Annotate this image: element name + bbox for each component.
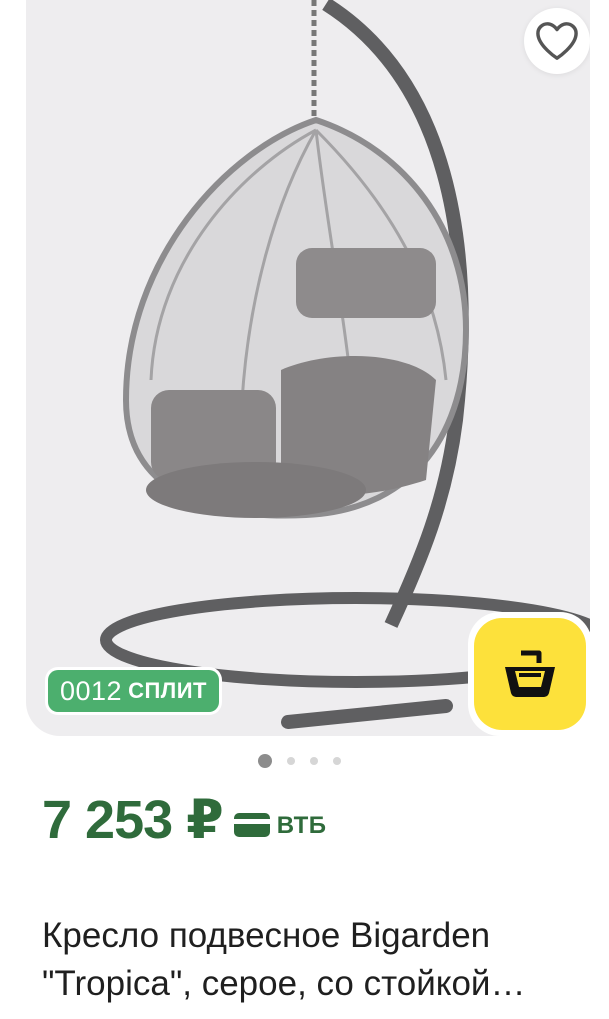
split-amount: 0012 [60,675,123,706]
add-to-cart-button[interactable] [468,612,592,736]
price-row: 7 253 ₽ ВТБ [42,788,327,851]
bank-label: ВТБ [276,811,327,839]
product-title[interactable]: Кресло подвесное Bigarden "Tropica", сер… [42,912,582,1008]
price: 7 253 ₽ [42,790,224,850]
pagination-dot-active[interactable] [258,754,272,768]
pagination-dot[interactable] [333,757,341,765]
favorite-button[interactable] [524,8,590,74]
card-icon [233,812,270,837]
heart-outline-icon [536,22,578,60]
pagination-dot[interactable] [310,757,318,765]
split-badge: 0012 СПЛИТ [48,670,219,712]
product-title-line-2: "Tropica", серое, со стойкой… [42,964,526,1003]
gallery-pagination [258,752,341,770]
product-title-line-1: Кресло подвесное Bigarden [42,916,491,955]
split-label: СПЛИТ [128,678,207,703]
pagination-dot[interactable] [287,757,295,765]
cart-button-inner [474,618,586,730]
basket-icon [505,650,555,697]
